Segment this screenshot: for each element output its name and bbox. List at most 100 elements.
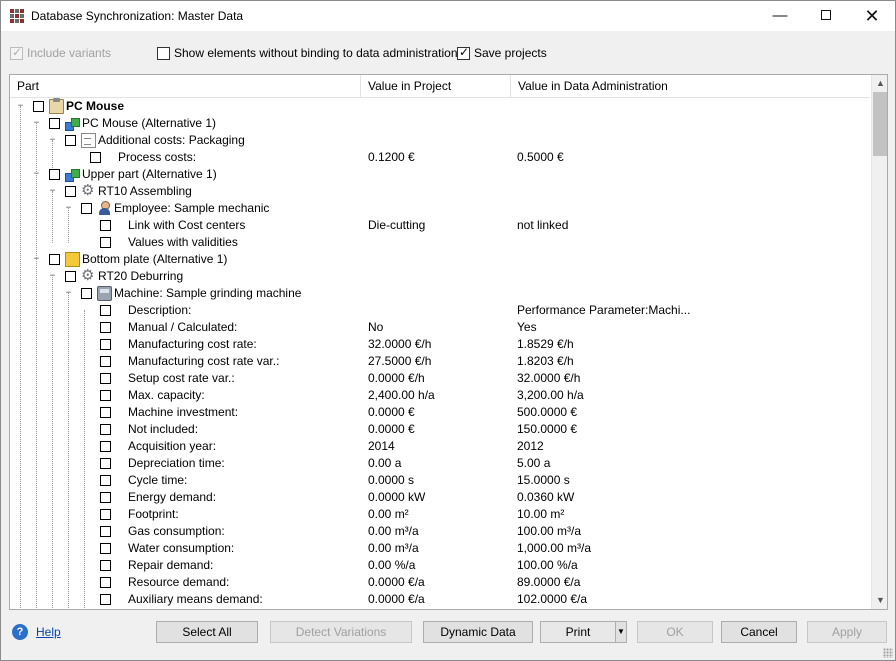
include-variants-option[interactable]: Include variants [10, 43, 111, 63]
row-label: Process costs: [118, 150, 197, 164]
row-label: Footprint: [128, 507, 179, 521]
row-label: Bottom plate (Alternative 1) [82, 252, 228, 266]
tree-row[interactable]: Not included: 0.0000 € 150.0000 € [10, 421, 870, 438]
row-checkbox[interactable] [81, 288, 92, 299]
tree-row[interactable]: Process costs: 0.1200 € 0.5000 € [10, 149, 870, 166]
vertical-scrollbar[interactable]: ▲ ▼ [871, 75, 887, 609]
detect-variations-button[interactable]: Detect Variations [270, 621, 412, 643]
tree-row[interactable]: − PC Mouse [10, 98, 870, 115]
row-checkbox[interactable] [100, 475, 111, 486]
tree-row[interactable]: −RT10 Assembling [10, 181, 870, 200]
tree-row[interactable]: Resource demand: 0.0000 €/a 89.0000 €/a [10, 574, 870, 591]
print-button[interactable]: Print [540, 621, 616, 643]
cancel-button[interactable]: Cancel [721, 621, 797, 643]
row-checkbox[interactable] [100, 390, 111, 401]
row-checkbox[interactable] [90, 152, 101, 163]
sync-dialog: Database Synchronization: Master Data — … [0, 0, 896, 661]
row-checkbox[interactable] [100, 509, 111, 520]
column-admin-value[interactable]: Value in Data Administration [511, 75, 870, 98]
row-checkbox[interactable] [65, 186, 76, 197]
tree-row[interactable]: Manual / Calculated: No Yes [10, 319, 870, 336]
row-checkbox[interactable] [100, 339, 111, 350]
minimize-button[interactable]: — [757, 1, 803, 31]
column-project-value[interactable]: Value in Project [361, 75, 511, 98]
row-checkbox[interactable] [81, 203, 92, 214]
tree-row[interactable]: Depreciation time: 0.00 a 5.00 a [10, 455, 870, 472]
project-value: 0.0000 € [368, 405, 415, 419]
row-checkbox[interactable] [100, 220, 111, 231]
row-checkbox[interactable] [65, 271, 76, 282]
row-checkbox[interactable] [100, 560, 111, 571]
dynamic-data-button[interactable]: Dynamic Data [423, 621, 533, 643]
row-checkbox[interactable] [100, 356, 111, 367]
tree-row[interactable]: Cycle time: 0.0000 s 15.0000 s [10, 472, 870, 489]
tree-row[interactable]: Auxiliary means demand: 0.0000 €/a 102.000… [10, 591, 870, 608]
row-checkbox[interactable] [49, 118, 60, 129]
row-checkbox[interactable] [49, 254, 60, 265]
help-link[interactable]: Help [36, 625, 61, 639]
apply-button[interactable]: Apply [807, 621, 887, 643]
row-checkbox[interactable] [100, 458, 111, 469]
tree-row[interactable]: Repair demand: 0.00 %/a 100.00 %/a [10, 557, 870, 574]
row-checkbox[interactable] [100, 492, 111, 503]
tree-row[interactable]: − Employee: Sample mechanic [10, 200, 870, 217]
admin-value: 2012 [517, 439, 544, 453]
row-checkbox[interactable] [100, 543, 111, 554]
tree-row[interactable]: Max. capacity: 2,400.00 h/a 3,200.00 h/a [10, 387, 870, 404]
save-projects-label: Save projects [474, 46, 547, 60]
tree-row[interactable]: − Additional costs: Packaging [10, 132, 870, 149]
scroll-down-icon[interactable]: ▼ [872, 592, 887, 609]
tree-row[interactable]: Acquisition year: 2014 2012 [10, 438, 870, 455]
row-checkbox[interactable] [100, 424, 111, 435]
maximize-button[interactable] [803, 1, 849, 31]
tree-row[interactable]: Manufacturing cost rate var.: 27.5000 €/h… [10, 353, 870, 370]
tree-row[interactable]: Machine investment: 0.0000 € 500.0000 € [10, 404, 870, 421]
tree-row[interactable]: − PC Mouse (Alternative 1) [10, 115, 870, 132]
tree-row[interactable]: Link with Cost centers Die-cutting not lin… [10, 217, 870, 234]
tree-row[interactable]: Energy demand: 0.0000 kW 0.0360 kW [10, 489, 870, 506]
project-value: 2014 [368, 439, 395, 453]
resize-grip-icon[interactable] [883, 648, 893, 658]
row-checkbox[interactable] [49, 169, 60, 180]
tree-row[interactable]: − Bottom plate (Alternative 1) [10, 251, 870, 268]
button-bar: ? Help Select All Detect Variations Dyna… [1, 619, 895, 645]
tree-row[interactable]: Footprint: 0.00 m² 10.00 m² [10, 506, 870, 523]
tree-row[interactable]: Water consumption: 0.00 m³/a 1,000.00 m³/a [10, 540, 870, 557]
ok-button[interactable]: OK [637, 621, 713, 643]
show-unbound-checkbox[interactable] [157, 46, 170, 60]
show-unbound-option[interactable]: Show elements without binding to data ad… [157, 43, 458, 63]
row-checkbox[interactable] [65, 135, 76, 146]
row-checkbox[interactable] [100, 526, 111, 537]
row-checkbox[interactable] [100, 322, 111, 333]
row-checkbox[interactable] [100, 237, 111, 248]
row-checkbox[interactable] [100, 407, 111, 418]
tree-row[interactable]: Manufacturing cost rate: 32.0000 €/h 1.852… [10, 336, 870, 353]
include-variants-checkbox[interactable] [10, 45, 23, 60]
help-icon[interactable]: ? [12, 624, 28, 640]
cubes-icon [65, 167, 80, 182]
tree-row[interactable]: − Machine: Sample grinding machine [10, 285, 870, 302]
select-all-button[interactable]: Select All [156, 621, 258, 643]
close-button[interactable]: ✕ [849, 1, 895, 31]
tree-row[interactable]: Gas consumption: 0.00 m³/a 100.00 m³/a [10, 523, 870, 540]
tree-row[interactable]: Values with validities [10, 234, 870, 251]
column-part[interactable]: Part [10, 75, 361, 98]
tree-row[interactable]: Setup cost rate var.: 0.0000 €/h 32.0000 €… [10, 370, 870, 387]
row-checkbox[interactable] [100, 305, 111, 316]
tree-row[interactable]: −RT20 Deburring [10, 266, 870, 285]
print-dropdown-icon[interactable]: ▼ [615, 621, 627, 643]
row-checkbox[interactable] [100, 373, 111, 384]
help-area[interactable]: ? Help [12, 624, 61, 640]
scroll-thumb[interactable] [873, 92, 887, 156]
tree-row[interactable]: Description: Performance Parameter:Machi.… [10, 302, 870, 319]
project-value: 0.00 m² [368, 507, 409, 521]
scroll-up-icon[interactable]: ▲ [872, 75, 887, 92]
tree-row[interactable]: − Upper part (Alternative 1) [10, 166, 870, 183]
save-projects-checkbox[interactable] [457, 45, 470, 60]
save-projects-option[interactable]: Save projects [457, 43, 547, 63]
row-checkbox[interactable] [100, 441, 111, 452]
cube-icon [65, 252, 80, 267]
row-checkbox[interactable] [100, 594, 111, 605]
row-checkbox[interactable] [33, 101, 44, 112]
row-checkbox[interactable] [100, 577, 111, 588]
